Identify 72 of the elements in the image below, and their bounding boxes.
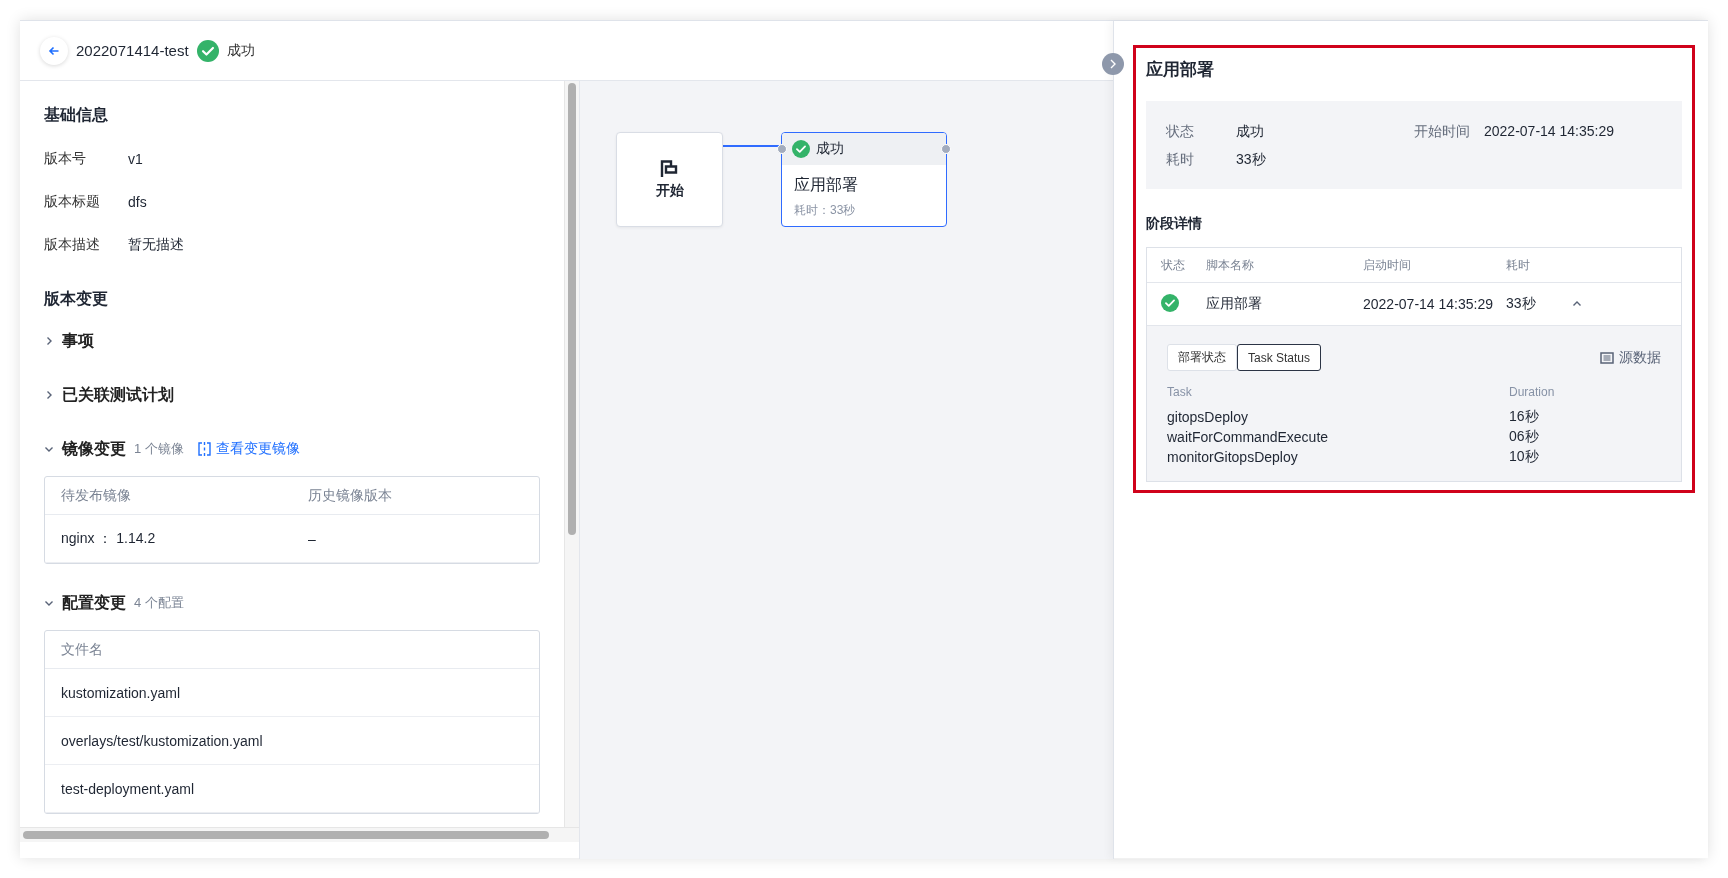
node-duration: 耗时：33秒 <box>793 202 857 219</box>
field-label: 版本号 <box>44 149 87 168</box>
collapse-chevron-icon[interactable] <box>44 598 54 608</box>
column-header: 启动时间 <box>1363 248 1506 283</box>
column-header: 状态 <box>1147 248 1206 283</box>
collapse-panel-button[interactable] <box>1102 53 1124 75</box>
back-arrow-icon <box>48 44 60 57</box>
table-cell: – <box>292 514 539 563</box>
status-label: 成功 <box>226 41 255 60</box>
view-link[interactable]: 查看变更镜像 <box>197 440 300 458</box>
list-icon <box>1600 351 1614 364</box>
info-label: 耗时 <box>1166 151 1195 169</box>
table-cell: 33秒 <box>1506 282 1566 325</box>
collapse-chevron-icon[interactable] <box>44 444 54 454</box>
field-value: 暂无描述 <box>128 235 184 254</box>
field-value: v1 <box>128 150 143 167</box>
table-cell-text: 16秒 <box>1509 407 1540 426</box>
input-port[interactable] <box>777 144 787 154</box>
info-value: 成功 <box>1236 123 1264 141</box>
section-heading: 阶段详情 <box>1146 215 1203 233</box>
section-heading: 版本变更 <box>44 289 109 309</box>
collapsible-section-title[interactable]: 事项 <box>62 330 94 352</box>
node-label: 开始 <box>655 181 684 200</box>
column-header: 耗时 <box>1506 248 1566 283</box>
table-cell: overlays/test/kustomization.yaml <box>45 716 539 765</box>
collapsible-section-title[interactable]: 镜像变更 <box>62 438 126 460</box>
panel-title: 应用部署 <box>1146 59 1215 81</box>
flag-icon <box>659 159 680 178</box>
field-label: 版本描述 <box>44 235 101 254</box>
page-title: 2022071414-test <box>76 42 189 59</box>
tab[interactable]: Task Status <box>1237 344 1322 371</box>
table-cell-text: 06秒 <box>1509 427 1540 446</box>
column-header: 历史镜像版本 <box>292 477 539 515</box>
source-data-link[interactable]: 源数据 <box>1600 348 1661 367</box>
node-title: 应用部署 <box>793 175 859 195</box>
column-header: 脚本名称 <box>1206 248 1363 283</box>
count-label: 1 个镜像 <box>134 440 184 458</box>
table-cell: 应用部署 <box>1206 282 1363 325</box>
field-label: 版本标题 <box>44 192 101 211</box>
count-label: 4 个配置 <box>134 594 184 612</box>
info-label: 开始时间 <box>1414 123 1471 141</box>
node-status: 成功 <box>816 140 844 158</box>
horizontal-scrollbar[interactable] <box>23 831 549 839</box>
table-cell-text: monitorGitopsDeploy <box>1167 448 1299 467</box>
column-header: Task <box>1167 385 1193 401</box>
connector-line <box>723 145 781 147</box>
expand-chevron-icon[interactable] <box>44 336 54 346</box>
section-heading: 基础信息 <box>44 105 109 125</box>
column-header: 文件名 <box>45 631 539 669</box>
table-cell: test-deployment.yaml <box>45 764 539 813</box>
chevron-right-icon <box>1109 59 1117 69</box>
table-cell: waitForCommandExecute <box>1167 427 1509 447</box>
tab[interactable]: 部署状态 <box>1167 344 1237 371</box>
column-header: Duration <box>1509 385 1556 401</box>
collapsible-section-title[interactable]: 已关联测试计划 <box>62 384 174 406</box>
table-cell-text: 10秒 <box>1509 447 1540 466</box>
expand-chevron-icon[interactable] <box>44 390 54 400</box>
back-button[interactable] <box>40 36 68 65</box>
field-value: dfs <box>128 193 147 210</box>
table-cell-text: gitopsDeploy <box>1167 408 1249 427</box>
start-node[interactable]: 开始 <box>616 132 723 227</box>
table-cell: nginx ： 1.14.2 <box>45 514 292 563</box>
collapsible-section-title[interactable]: 配置变更 <box>62 592 126 614</box>
table-cell: 2022-07-14 14:35:29 <box>1363 282 1506 325</box>
info-value: 2022-07-14 14:35:29 <box>1484 123 1614 141</box>
output-port[interactable] <box>941 144 951 154</box>
column-header: 待发布镜像 <box>45 477 292 515</box>
vertical-scrollbar[interactable] <box>568 83 576 535</box>
info-value: 33秒 <box>1236 151 1266 169</box>
info-label: 状态 <box>1166 123 1195 141</box>
compare-icon <box>197 442 211 456</box>
table-cell: kustomization.yaml <box>45 668 539 717</box>
